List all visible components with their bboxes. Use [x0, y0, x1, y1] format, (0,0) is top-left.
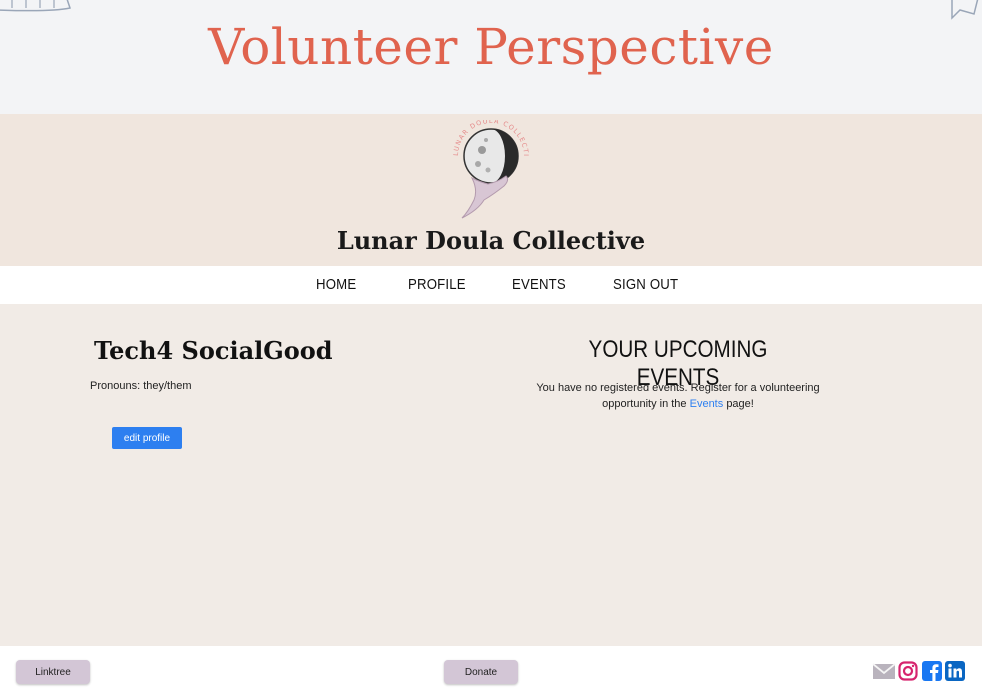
profile-name: Tech4 SocialGood — [94, 336, 333, 365]
profile-pronouns: Pronouns: they/them — [90, 380, 192, 392]
moon-hand-logo: LUNAR DOULA COLLECTIVE — [448, 120, 529, 219]
page-title: Volunteer Perspective — [208, 18, 774, 76]
no-events-message: You have no registered events. Register … — [520, 380, 836, 412]
profile-content: Tech4 SocialGood Pronouns: they/them edi… — [0, 304, 982, 646]
no-events-text: You have no registered events. Register … — [536, 382, 820, 410]
keyboard-doodle-icon — [0, 0, 71, 12]
site-frame: LUNAR DOULA COLLECTIVE Lunar Doula Colle… — [0, 114, 982, 646]
edit-profile-button[interactable]: edit profile — [112, 427, 182, 449]
site-name: Lunar Doula Collective — [336, 226, 646, 255]
linktree-button[interactable]: Linktree — [16, 660, 90, 684]
no-events-text-end: page! — [726, 398, 754, 410]
instagram-icon[interactable] — [898, 661, 918, 681]
nav-home[interactable]: HOME — [316, 276, 356, 293]
main-nav: HOME PROFILE EVENTS SIGN OUT — [0, 266, 982, 304]
events-page-link[interactable]: Events — [690, 398, 724, 410]
nav-sign-out[interactable]: SIGN OUT — [613, 276, 678, 293]
mail-icon[interactable] — [872, 661, 896, 681]
footer: Linktree Donate — [0, 646, 982, 694]
nav-events[interactable]: EVENTS — [512, 276, 566, 293]
donate-button[interactable]: Donate — [444, 660, 518, 684]
nav-profile[interactable]: PROFILE — [408, 276, 466, 293]
brand-header: LUNAR DOULA COLLECTIVE Lunar Doula Colle… — [0, 114, 982, 266]
facebook-icon[interactable] — [922, 661, 942, 681]
top-banner: Volunteer Perspective — [0, 0, 982, 114]
linkedin-icon[interactable] — [945, 661, 965, 681]
